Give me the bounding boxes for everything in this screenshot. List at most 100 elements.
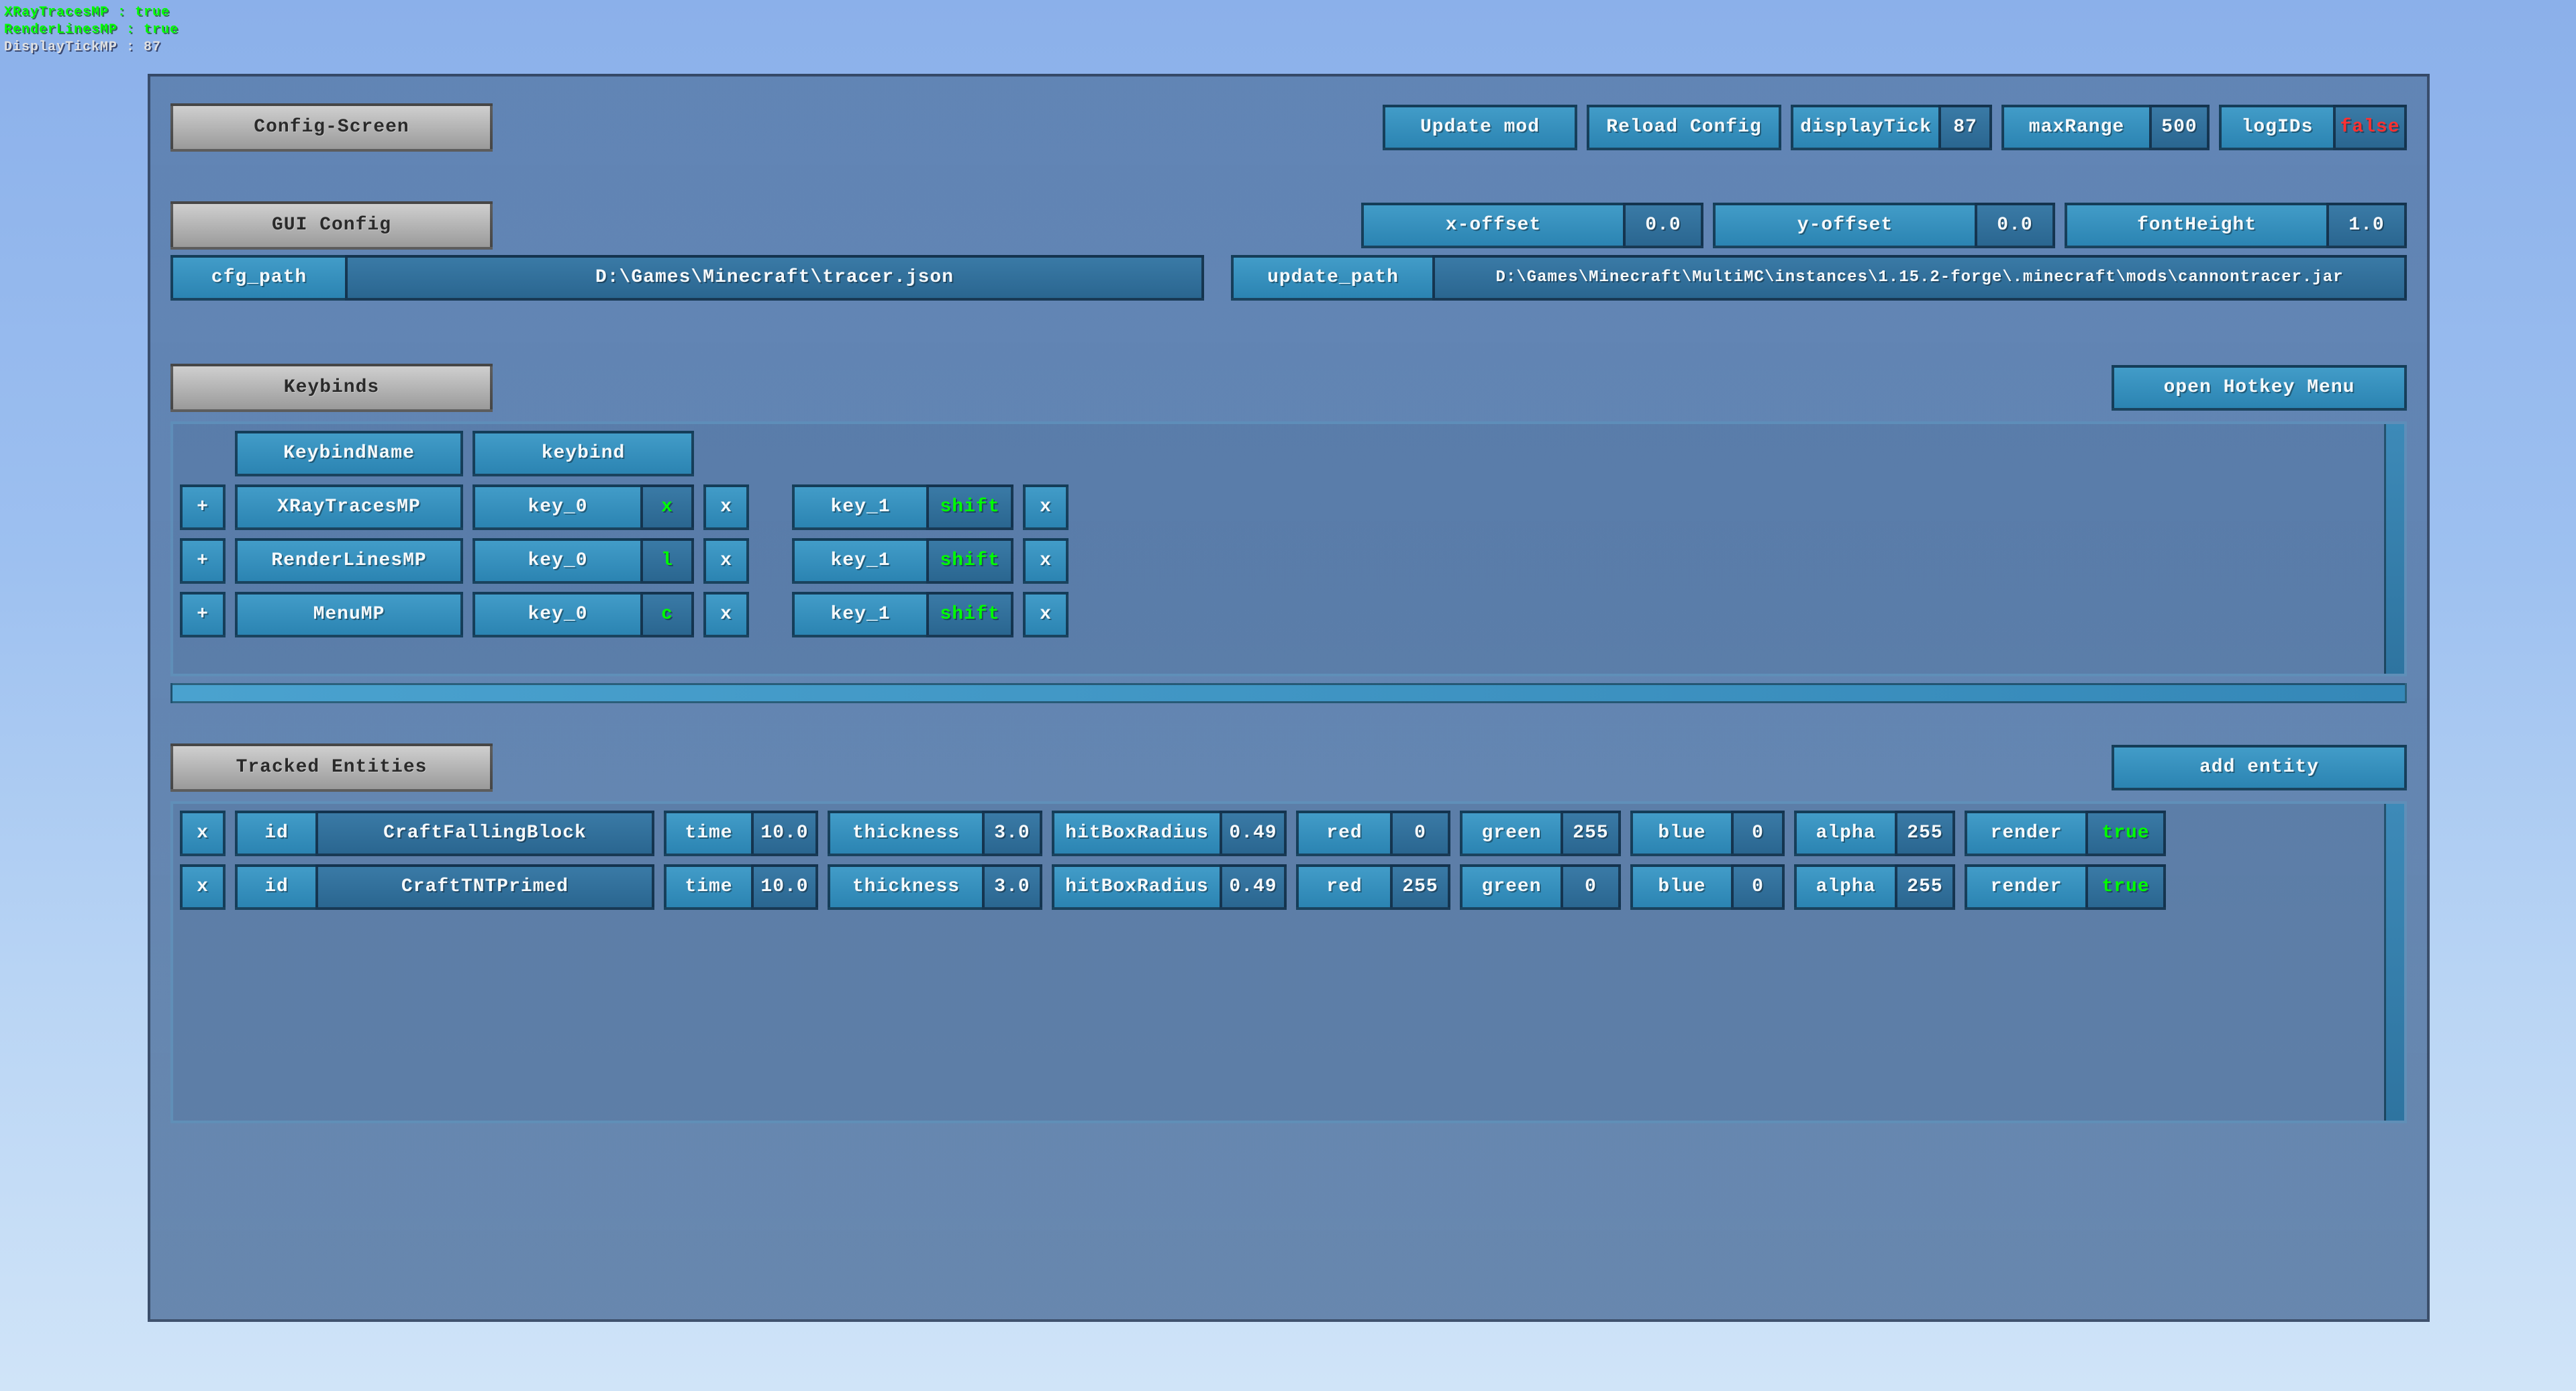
entity-blue-label: blue [1630, 864, 1731, 910]
max-range-label: maxRange [2001, 105, 2149, 150]
entity-alpha-field[interactable]: alpha255 [1794, 811, 1955, 856]
display-tick-field[interactable]: displayTick 87 [1791, 105, 1992, 150]
kb-add-button[interactable]: + [180, 484, 226, 530]
entities-scrollbar-v[interactable] [2384, 804, 2404, 1121]
section-tracked-header: Tracked Entities [170, 743, 493, 792]
entity-thickness-field[interactable]: thickness3.0 [828, 864, 1042, 910]
y-offset-value[interactable]: 0.0 [1975, 203, 2055, 248]
kb-key1-label: key_1 [792, 484, 926, 530]
font-height-value[interactable]: 1.0 [2326, 203, 2407, 248]
display-tick-value[interactable]: 87 [1938, 105, 1992, 150]
entity-red-value[interactable]: 255 [1390, 864, 1450, 910]
max-range-value[interactable]: 500 [2149, 105, 2210, 150]
kb-add-button[interactable]: + [180, 538, 226, 584]
entity-red-label: red [1296, 811, 1390, 856]
section-keybinds-header: Keybinds [170, 364, 493, 412]
entity-id-field[interactable]: idCraftFallingBlock [235, 811, 654, 856]
entity-hitbox-value[interactable]: 0.49 [1220, 864, 1287, 910]
entity-green-field[interactable]: green0 [1460, 864, 1621, 910]
kb-key0-field[interactable]: key_0x [473, 484, 694, 530]
entity-hitbox-value[interactable]: 0.49 [1220, 811, 1287, 856]
cfg-path-field[interactable]: cfg_path D:\Games\Minecraft\tracer.json [170, 255, 1204, 301]
entity-alpha-value[interactable]: 255 [1895, 811, 1955, 856]
entity-time-value[interactable]: 10.0 [751, 864, 818, 910]
overlay-line-2b: : true [117, 22, 179, 38]
entity-green-field[interactable]: green255 [1460, 811, 1621, 856]
entity-alpha-label: alpha [1794, 811, 1895, 856]
kb-remove0-button[interactable]: x [703, 592, 749, 637]
kb-remove0-button[interactable]: x [703, 538, 749, 584]
entity-render-value[interactable]: true [2085, 811, 2166, 856]
entity-blue-value[interactable]: 0 [1731, 864, 1785, 910]
x-offset-value[interactable]: 0.0 [1623, 203, 1703, 248]
entity-blue-field[interactable]: blue0 [1630, 864, 1785, 910]
kb-name[interactable]: RenderLinesMP [235, 538, 463, 584]
entity-remove-button[interactable]: x [180, 811, 226, 856]
entity-time-field[interactable]: time10.0 [664, 864, 818, 910]
open-hotkey-menu-button[interactable]: open Hotkey Menu [2112, 365, 2407, 411]
entity-alpha-value[interactable]: 255 [1895, 864, 1955, 910]
entity-thickness-field[interactable]: thickness3.0 [828, 811, 1042, 856]
entity-blue-value[interactable]: 0 [1731, 811, 1785, 856]
overlay-line-2a: RenderLinesMP [4, 22, 117, 38]
entity-hitbox-field[interactable]: hitBoxRadius0.49 [1052, 864, 1287, 910]
entity-id-value[interactable]: CraftTNTPrimed [315, 864, 654, 910]
kb-key0-value[interactable]: l [640, 538, 694, 584]
entity-remove-button[interactable]: x [180, 864, 226, 910]
kb-remove0-button[interactable]: x [703, 484, 749, 530]
x-offset-field[interactable]: x-offset 0.0 [1361, 203, 1703, 248]
entity-time-label: time [664, 864, 751, 910]
add-entity-button[interactable]: add entity [2112, 745, 2407, 790]
kb-remove1-button[interactable]: x [1023, 484, 1069, 530]
kb-key1-value[interactable]: shift [926, 484, 1013, 530]
kb-name[interactable]: MenuMP [235, 592, 463, 637]
entity-time-value[interactable]: 10.0 [751, 811, 818, 856]
keybinds-scrollbar-v[interactable] [2384, 424, 2404, 674]
entity-red-value[interactable]: 0 [1390, 811, 1450, 856]
kb-remove1-button[interactable]: x [1023, 592, 1069, 637]
cfg-path-value[interactable]: D:\Games\Minecraft\tracer.json [345, 255, 1204, 301]
entity-green-value[interactable]: 0 [1561, 864, 1621, 910]
kb-key0-value[interactable]: c [640, 592, 694, 637]
font-height-field[interactable]: fontHeight 1.0 [2065, 203, 2407, 248]
entity-time-field[interactable]: time10.0 [664, 811, 818, 856]
kb-key0-field[interactable]: key_0l [473, 538, 694, 584]
kb-key0-value[interactable]: x [640, 484, 694, 530]
entity-green-label: green [1460, 811, 1561, 856]
entity-green-value[interactable]: 255 [1561, 811, 1621, 856]
kb-key1-value[interactable]: shift [926, 538, 1013, 584]
entity-id-value[interactable]: CraftFallingBlock [315, 811, 654, 856]
entity-id-label: id [235, 811, 315, 856]
entity-green-label: green [1460, 864, 1561, 910]
log-ids-field[interactable]: logIDs false [2219, 105, 2407, 150]
kb-key1-field[interactable]: key_1shift [792, 484, 1013, 530]
entity-blue-field[interactable]: blue0 [1630, 811, 1785, 856]
kb-key1-field[interactable]: key_1shift [792, 538, 1013, 584]
entity-thickness-value[interactable]: 3.0 [982, 811, 1042, 856]
entity-render-value[interactable]: true [2085, 864, 2166, 910]
kb-remove1-button[interactable]: x [1023, 538, 1069, 584]
update-path-value[interactable]: D:\Games\Minecraft\MultiMC\instances\1.1… [1432, 255, 2407, 301]
kb-key1-field[interactable]: key_1shift [792, 592, 1013, 637]
entity-id-field[interactable]: idCraftTNTPrimed [235, 864, 654, 910]
keybinds-scrollbar-h[interactable] [170, 683, 2407, 703]
max-range-field[interactable]: maxRange 500 [2001, 105, 2210, 150]
entity-red-field[interactable]: red0 [1296, 811, 1450, 856]
kb-key0-field[interactable]: key_0c [473, 592, 694, 637]
kb-key0-label: key_0 [473, 592, 640, 637]
entity-render-field[interactable]: rendertrue [1965, 864, 2166, 910]
entity-render-field[interactable]: rendertrue [1965, 811, 2166, 856]
reload-config-button[interactable]: Reload Config [1587, 105, 1781, 150]
update-mod-button[interactable]: Update mod [1383, 105, 1577, 150]
entity-hitbox-field[interactable]: hitBoxRadius0.49 [1052, 811, 1287, 856]
log-ids-value[interactable]: false [2333, 105, 2407, 150]
entity-red-field[interactable]: red255 [1296, 864, 1450, 910]
kb-key1-value[interactable]: shift [926, 592, 1013, 637]
kb-name[interactable]: XRayTracesMP [235, 484, 463, 530]
kb-add-button[interactable]: + [180, 592, 226, 637]
update-path-label: update_path [1231, 255, 1432, 301]
entity-thickness-value[interactable]: 3.0 [982, 864, 1042, 910]
y-offset-field[interactable]: y-offset 0.0 [1713, 203, 2055, 248]
entity-alpha-field[interactable]: alpha255 [1794, 864, 1955, 910]
update-path-field[interactable]: update_path D:\Games\Minecraft\MultiMC\i… [1231, 255, 2407, 301]
